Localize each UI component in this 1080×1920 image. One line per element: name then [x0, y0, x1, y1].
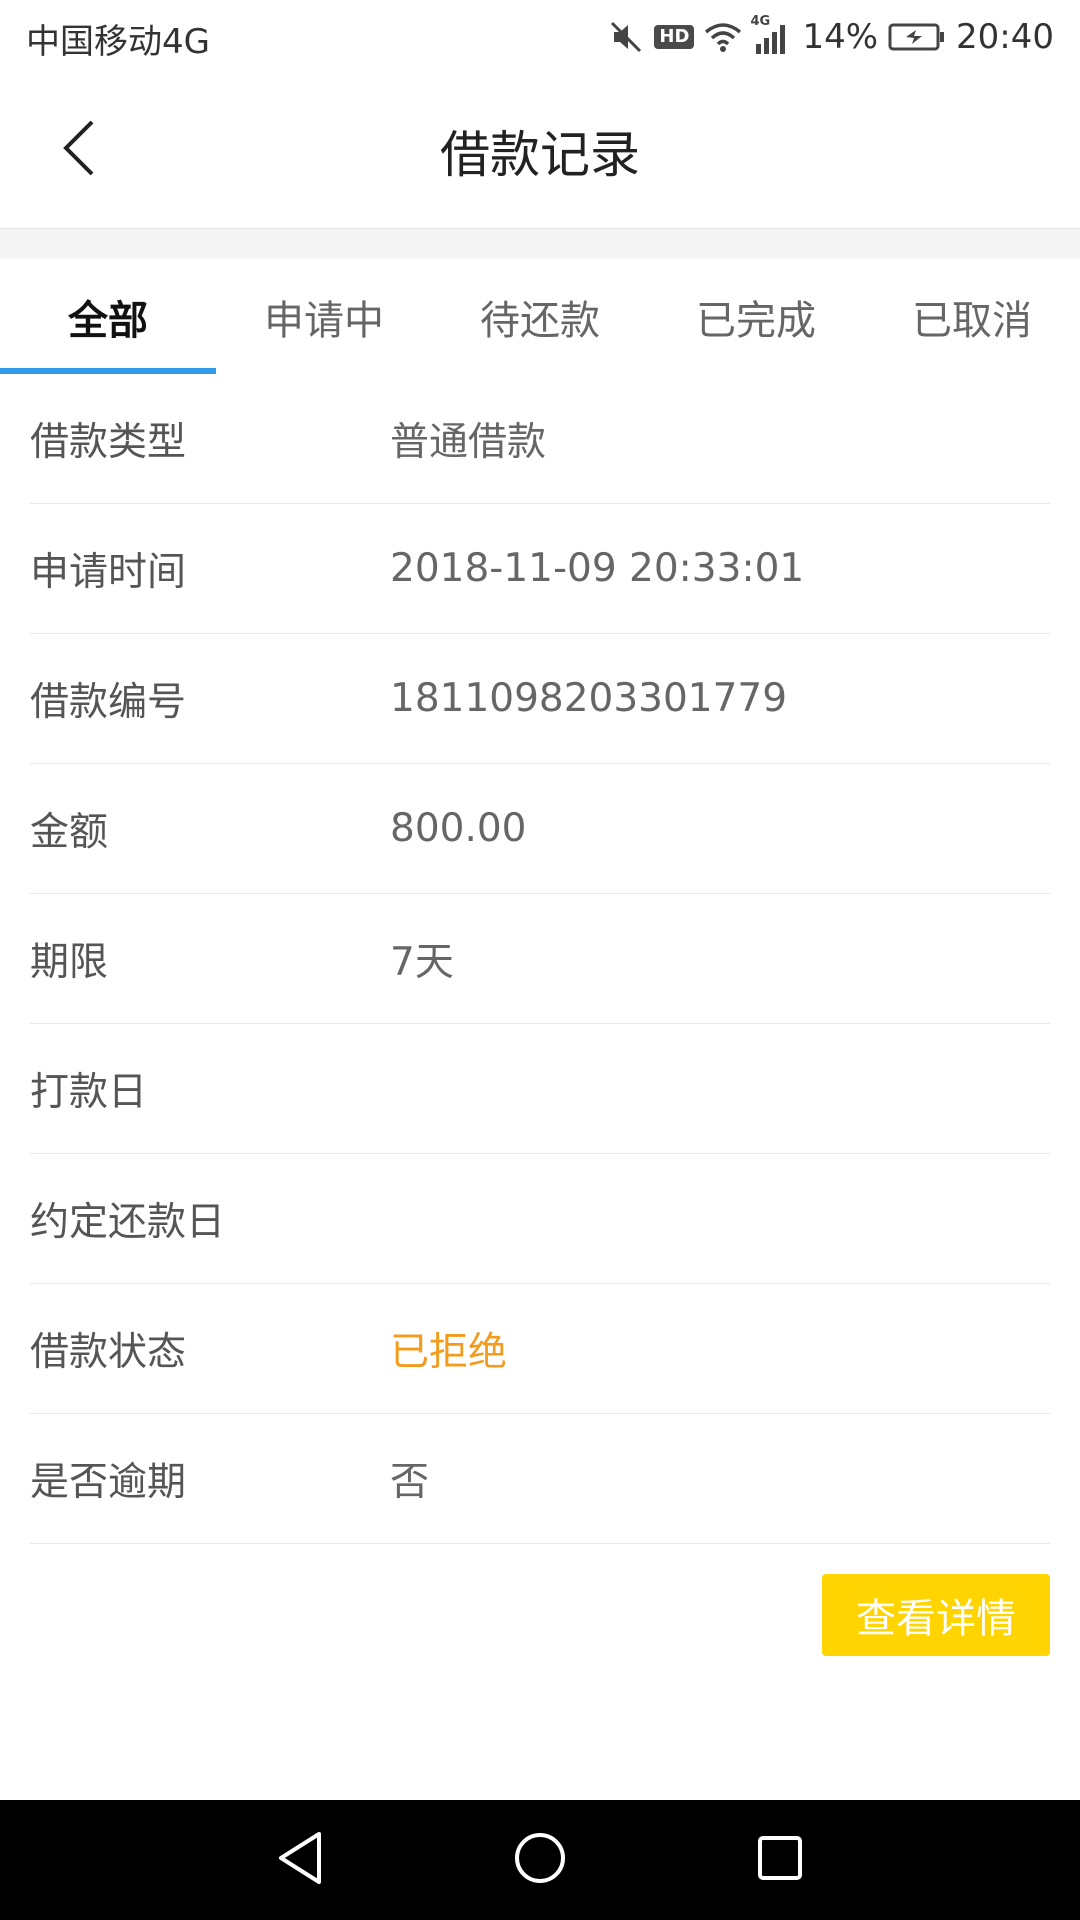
signal-icon: 4G [750, 14, 792, 54]
row-value: 普通借款 [390, 419, 547, 465]
section-divider [0, 229, 1080, 259]
status-icons: HD 4G 14% 20:40 [608, 12, 1054, 62]
row-label: 是否逾期 [30, 1459, 187, 1505]
row-label: 期限 [30, 939, 109, 985]
row-loan-status: 借款状态 已拒绝 [30, 1284, 1050, 1414]
row-label: 打款日 [30, 1069, 148, 1115]
battery-charging-icon [888, 22, 946, 52]
nav-home-button[interactable] [505, 1825, 575, 1895]
system-nav-bar [0, 1800, 1080, 1920]
row-label: 借款类型 [30, 419, 187, 465]
row-loan-type: 借款类型 普通借款 [30, 374, 1050, 504]
row-amount: 金额 800.00 [30, 764, 1050, 894]
nav-back-button[interactable] [265, 1825, 335, 1895]
row-value: 否 [390, 1459, 430, 1505]
row-payout-date: 打款日 [30, 1024, 1050, 1154]
row-due-date: 约定还款日 [30, 1154, 1050, 1284]
status-tabs: 全部 申请中 待还款 已完成 已取消 [0, 259, 1080, 374]
mute-icon [608, 19, 644, 55]
loan-record-card: 借款类型 普通借款 申请时间 2018-11-09 20:33:01 借款编号 … [30, 374, 1050, 1544]
status-bar: 中国移动4G HD 4G 14% 20:40 [0, 0, 1080, 75]
row-overdue: 是否逾期 否 [30, 1414, 1050, 1544]
nav-recents-button[interactable] [745, 1825, 815, 1895]
row-term: 期限 7天 [30, 894, 1050, 1024]
row-value: 800.00 [390, 806, 527, 851]
row-value: 2018-11-09 20:33:01 [390, 546, 805, 591]
tab-all[interactable]: 全部 [0, 259, 216, 374]
tab-cancelled[interactable]: 已取消 [864, 259, 1080, 374]
battery-percent: 14% [802, 17, 879, 57]
wifi-icon [704, 20, 742, 54]
app-header: 借款记录 [0, 75, 1080, 229]
hd-icon: HD [654, 25, 695, 49]
clock: 20:40 [956, 17, 1054, 57]
view-details-button[interactable]: 查看详情 [822, 1574, 1050, 1656]
row-value: 7天 [390, 939, 454, 985]
row-value: 1811098203301779 [390, 676, 788, 721]
page-title: 借款记录 [440, 126, 640, 184]
status-badge: 已拒绝 [390, 1329, 508, 1375]
tab-applying[interactable]: 申请中 [216, 259, 432, 374]
row-apply-time: 申请时间 2018-11-09 20:33:01 [30, 504, 1050, 634]
recents-square-icon [755, 1833, 805, 1887]
row-label: 借款编号 [30, 679, 187, 725]
tab-completed[interactable]: 已完成 [648, 259, 864, 374]
tab-pending-repayment[interactable]: 待还款 [432, 259, 648, 374]
home-circle-icon [512, 1830, 568, 1890]
signal-label: 4G [750, 14, 771, 29]
back-triangle-icon [275, 1830, 325, 1890]
row-label: 金额 [30, 809, 109, 855]
row-label: 借款状态 [30, 1329, 187, 1375]
row-label: 申请时间 [30, 549, 187, 595]
carrier-name: 中国移动4G [26, 22, 210, 62]
row-label: 约定还款日 [30, 1199, 226, 1245]
row-loan-number: 借款编号 1811098203301779 [30, 634, 1050, 764]
